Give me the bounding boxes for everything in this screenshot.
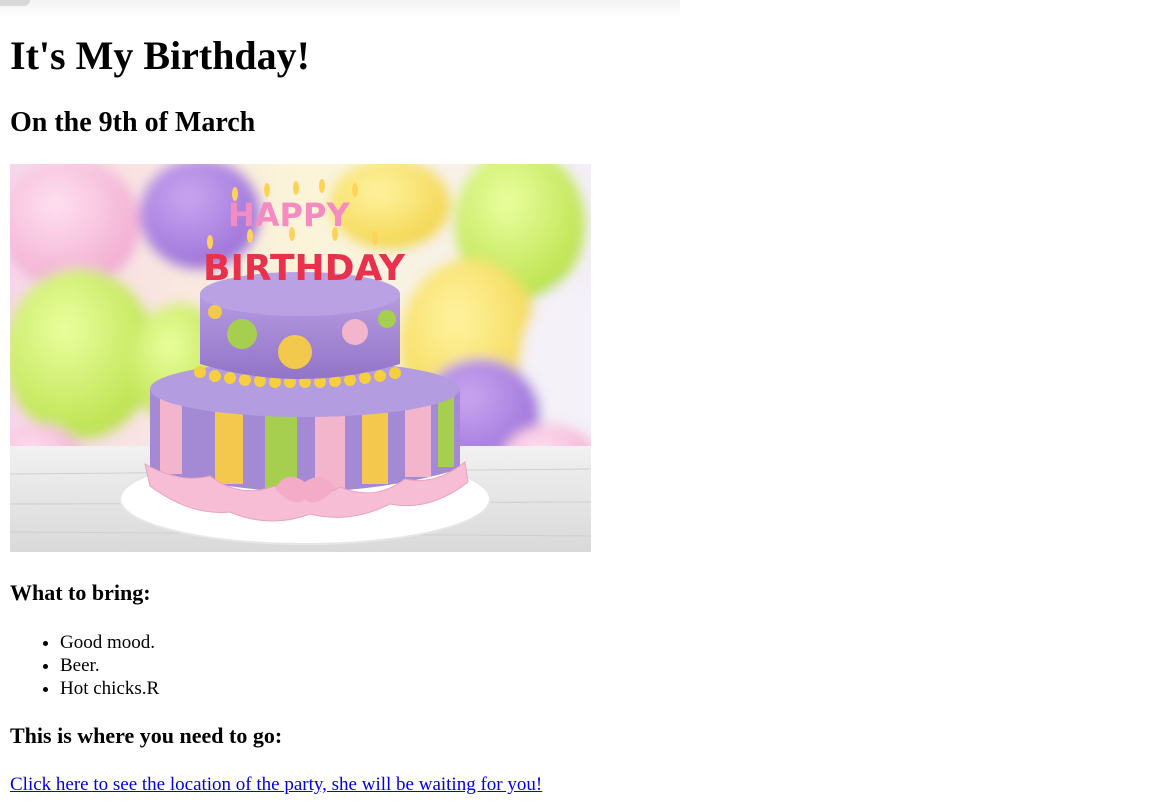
bring-list: Good mood. Beer. Hot chicks.R (10, 631, 159, 700)
party-location-link[interactable]: Click here to see the location of the pa… (10, 773, 542, 797)
list-item: Hot chicks.R (60, 677, 159, 700)
birthday-cake-image: HAPPY BIRTHDAY (10, 164, 591, 552)
top-banner-strip (0, 0, 680, 18)
page-title: It's My Birthday! (10, 33, 310, 78)
list-item: Good mood. (60, 631, 159, 654)
bring-heading: What to bring: (10, 580, 151, 605)
list-item: Beer. (60, 654, 159, 677)
page-subtitle: On the 9th of March (10, 107, 256, 138)
location-heading: This is where you need to go: (10, 723, 283, 748)
candle-text-happy: HAPPY (228, 196, 350, 234)
candle-text-birthday: BIRTHDAY (203, 248, 406, 289)
